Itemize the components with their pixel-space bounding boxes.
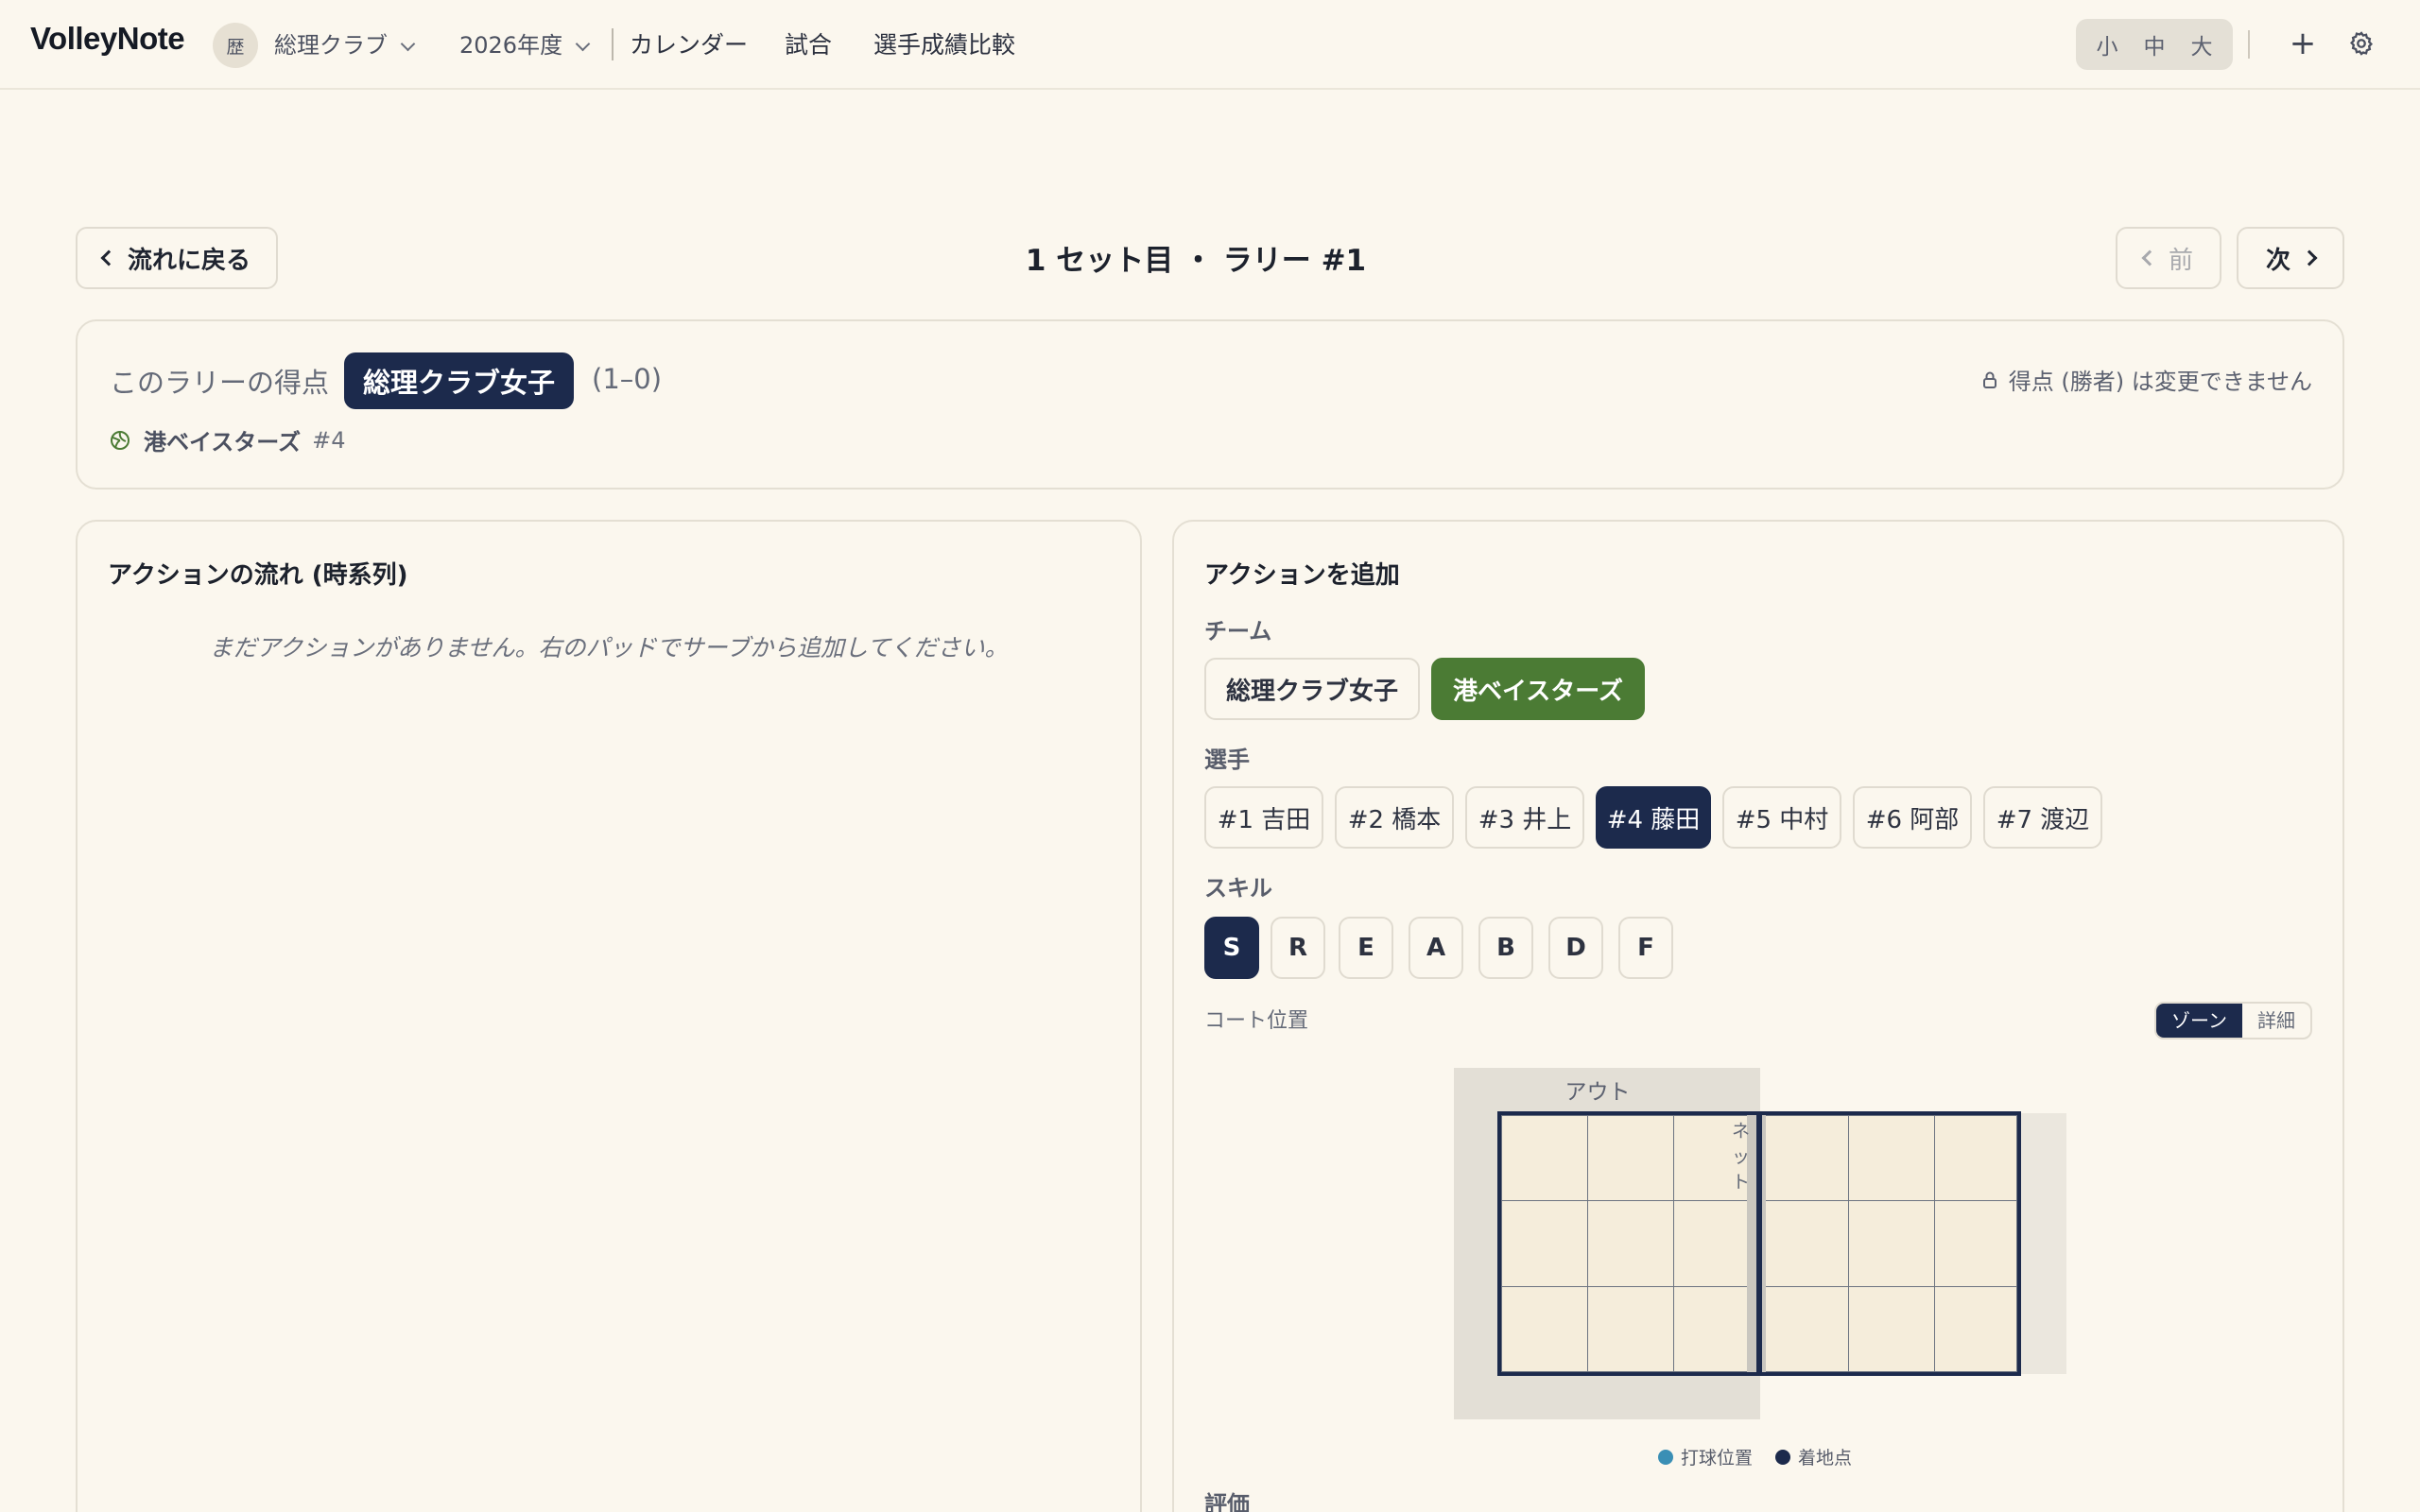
court-mode-detail[interactable]: 詳細 [2242,1004,2310,1038]
skill-block[interactable]: B [1478,917,1533,979]
rally-score-card: このラリーの得点 総理クラブ女子 (1–0) 得点 (勝者) は変更できません … [76,319,2344,490]
court-zone[interactable] [1587,1115,1674,1201]
lock-note: 得点 (勝者) は変更できません [1982,363,2312,396]
court-zone[interactable] [1762,1115,1849,1201]
court-zone[interactable] [1501,1200,1588,1287]
skill-set[interactable]: E [1339,917,1393,979]
add-action-panel: アクションを追加 チーム 総理クラブ女子 港ベイスターズ 選手 #1 吉田 #2… [1172,520,2344,1512]
court-zone[interactable] [1848,1286,1935,1372]
lock-icon [1982,371,1996,388]
court-mode-zone[interactable]: ゾーン [2156,1004,2242,1038]
server-number: #4 [312,426,346,454]
court-position-label: コート位置 [1204,1009,1309,1033]
lock-note-text: 得点 (勝者) は変更できません [2008,369,2312,395]
court-legend: 打球位置 着地点 [1658,1444,1875,1469]
court-zone[interactable] [1762,1200,1849,1287]
player-chip-5[interactable]: #5 中村 [1722,786,1841,849]
net-label: ネット [1732,1121,1751,1193]
server-info: 港ベイスターズ #4 [110,423,345,456]
evaluation-label: 評価 [1204,1491,1250,1512]
court-zone[interactable] [1762,1286,1849,1372]
court-zone[interactable] [1934,1286,2017,1372]
score-label: このラリーの得点 [110,367,330,399]
back-to-flow-button[interactable]: 流れに戻る [76,227,278,289]
court-zone[interactable] [1934,1200,2017,1287]
team-label: チーム [1204,618,1272,644]
season-name: 2026年度 [459,32,563,59]
court-zone[interactable] [1501,1286,1588,1372]
prev-rally-button[interactable]: 前 [2116,227,2221,289]
chevron-left-icon [2141,249,2158,266]
chevron-down-icon [400,36,416,52]
court-zone[interactable] [1673,1200,1758,1287]
skill-receive[interactable]: R [1270,917,1325,979]
player-label: 選手 [1204,747,1250,773]
court-zone[interactable] [1848,1200,1935,1287]
chevron-right-icon [2301,249,2318,266]
top-bar: VolleyNote 歴 総理クラブ 2026年度 カレンダー 試合 選手成績比… [0,0,2420,90]
chevron-down-icon [575,36,591,52]
back-label: 流れに戻る [127,246,251,275]
legend-landing-point: 着地点 [1775,1444,1852,1469]
skill-attack[interactable]: A [1409,917,1463,979]
legend-landing-label: 着地点 [1798,1448,1853,1469]
player-chip-2[interactable]: #2 橋本 [1335,786,1454,849]
score-value: (1–0) [592,363,663,395]
nav-calendar[interactable]: カレンダー [630,26,748,60]
court-zone[interactable] [1501,1115,1588,1201]
prev-label: 前 [2168,246,2193,275]
nav-player-compare[interactable]: 選手成績比較 [873,26,1015,60]
court-mode-toggle: ゾーン 詳細 [2154,1002,2312,1040]
header-divider [2248,30,2250,59]
text-size-switch: 小 中 大 [2076,19,2233,70]
court-zone[interactable] [1848,1115,1935,1201]
court-zone[interactable] [1934,1115,2017,1201]
skill-dig[interactable]: D [1548,917,1603,979]
team-option-sori[interactable]: 総理クラブ女子 [1204,658,1420,720]
net-line [1756,1111,1762,1376]
flow-panel-title: アクションの流れ (時系列) [108,561,408,590]
legend-hit-point: 打球位置 [1658,1444,1753,1469]
team-option-minato[interactable]: 港ベイスターズ [1431,658,1645,720]
player-chip-6[interactable]: #6 阿部 [1853,786,1972,849]
out-label: アウト [1564,1080,1631,1105]
empty-flow-message: まだアクションがありません。右のパッドでサーブから追加してください。 [209,634,1009,662]
season-selector[interactable]: 2026年度 [459,26,591,60]
court-zone[interactable] [1587,1286,1674,1372]
add-panel-title: アクションを追加 [1204,561,1400,590]
skill-freeball[interactable]: F [1618,917,1673,979]
nav-matches[interactable]: 試合 [785,26,832,60]
player-chip-3[interactable]: #3 井上 [1465,786,1584,849]
player-chip-4[interactable]: #4 藤田 [1596,786,1711,849]
rally-title: 1 セット目 ・ ラリー #1 [1025,244,1367,278]
club-name: 総理クラブ [274,32,388,59]
nav-divider [612,28,614,60]
app-brand[interactable]: VolleyNote [30,21,185,57]
player-chip-1[interactable]: #1 吉田 [1204,786,1323,849]
next-label: 次 [2265,246,2290,275]
chevron-left-icon [100,249,117,266]
text-size-large[interactable]: 大 [2191,28,2213,60]
plus-icon[interactable]: + [2288,26,2318,60]
next-rally-button[interactable]: 次 [2237,227,2344,289]
court-zone[interactable] [1673,1286,1758,1372]
legend-hit-label: 打球位置 [1681,1448,1754,1469]
text-size-small[interactable]: 小 [2097,28,2118,60]
court-zone[interactable] [1587,1200,1674,1287]
winner-badge: 総理クラブ女子 [344,352,575,409]
text-size-medium[interactable]: 中 [2144,28,2166,60]
club-avatar[interactable]: 歴 [213,23,258,68]
landing-point-dot [1775,1449,1791,1465]
hit-point-dot [1658,1449,1673,1465]
action-flow-panel: アクションの流れ (時系列) まだアクションがありません。右のパッドでサーブから… [76,520,1142,1512]
skill-label: スキル [1204,875,1272,902]
server-team: 港ベイスターズ [144,429,302,455]
skill-serve[interactable]: S [1204,917,1259,979]
player-chip-7[interactable]: #7 渡辺 [1983,786,2102,849]
gear-icon[interactable] [2348,30,2375,57]
club-selector[interactable]: 総理クラブ [274,26,416,60]
volleyball-icon [111,430,130,450]
